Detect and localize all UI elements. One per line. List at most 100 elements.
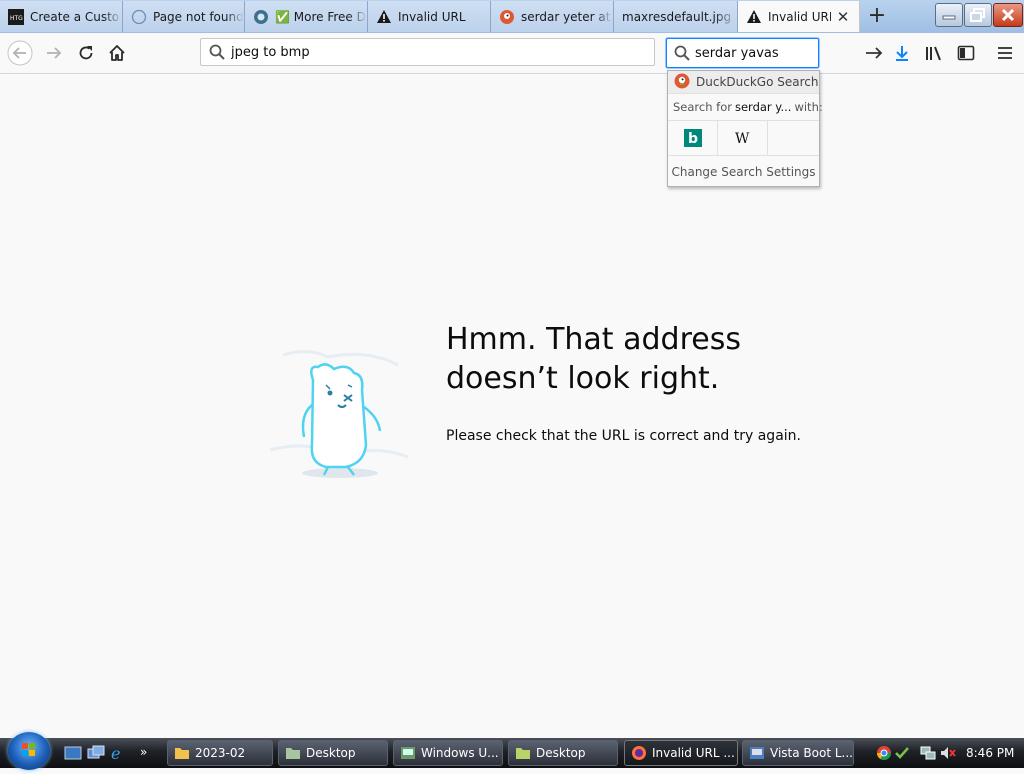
url-bar[interactable] (200, 38, 655, 66)
menu-button[interactable] (991, 39, 1019, 67)
change-search-settings-button[interactable]: Change Search Settings (668, 156, 819, 188)
network-tray-icon[interactable] (920, 745, 936, 761)
download-icon (896, 46, 908, 61)
taskbar-button-label: Vista Boot L... (770, 746, 853, 760)
hamburger-menu-icon (998, 47, 1012, 59)
svg-text:b: b (688, 131, 698, 147)
back-arrow-icon (7, 40, 33, 66)
search-go-button[interactable] (865, 46, 883, 60)
windows-logo-icon (22, 743, 35, 756)
error-title-line1: Hmm. That address (446, 322, 741, 357)
tab-2[interactable]: ✅ More Free D (245, 1, 368, 32)
tab-title: Create a Custo (30, 9, 120, 24)
home-icon (109, 45, 125, 61)
tab-5[interactable]: maxresdefault.jpg (614, 1, 738, 32)
library-icon (926, 46, 941, 61)
tab-4[interactable]: serdar yeter at (491, 1, 614, 32)
volume-muted-icon[interactable] (940, 745, 956, 761)
security-tray-icon[interactable] (894, 745, 910, 761)
chrome-tray-icon[interactable] (876, 745, 892, 761)
reload-icon (79, 46, 93, 60)
show-desktop-icon[interactable] (64, 745, 82, 761)
taskbar-button-label: Desktop (536, 746, 586, 760)
wikipedia-engine-button[interactable]: W (718, 121, 768, 155)
close-icon (1001, 8, 1015, 22)
svg-text:W: W (735, 131, 750, 147)
htg-icon: HTG (8, 8, 24, 25)
warning-icon (376, 9, 392, 25)
bing-icon: b (683, 129, 702, 147)
wikipedia-icon: W (735, 131, 750, 147)
windows-taskbar: e » 2023-02 Desktop Windows U... Desktop… (0, 732, 1024, 770)
tab-title: Invalid URL (768, 9, 831, 24)
search-for-suffix: with: (794, 100, 823, 114)
search-input[interactable] (695, 45, 865, 61)
one-off-engines: b W (668, 121, 819, 156)
firefox-icon (632, 746, 646, 760)
duckduckgo-icon (499, 9, 515, 25)
sidebar-button[interactable] (952, 39, 980, 67)
tab-title: ✅ More Free D (275, 9, 366, 24)
back-button[interactable] (6, 39, 34, 67)
library-button[interactable] (920, 39, 948, 67)
taskbar-button-desktop[interactable]: Desktop (278, 740, 388, 766)
current-engine-row[interactable]: DuckDuckGo Search (668, 71, 819, 94)
tab-title: maxresdefault.jpg (622, 9, 732, 24)
svg-text:e: e (111, 745, 120, 761)
folder-icon (516, 748, 530, 759)
tab-0[interactable]: HTG Create a Custo (0, 1, 123, 32)
url-input[interactable] (231, 44, 654, 60)
quicklaunch-more-icon[interactable]: » (140, 745, 158, 761)
error-title: Hmm. That address doesn’t look right. (446, 320, 866, 398)
folder-icon (286, 748, 300, 759)
window-close-button[interactable] (993, 3, 1023, 27)
tab-1[interactable]: Page not found (123, 1, 245, 32)
tab-6-active[interactable]: Invalid URL ✕ (738, 1, 860, 32)
svg-text:HTG: HTG (10, 15, 23, 22)
error-title-line2: doesn’t look right. (446, 361, 720, 396)
close-tab-icon[interactable]: ✕ (835, 9, 851, 25)
downloads-button[interactable] (888, 39, 916, 67)
minimize-button[interactable] (935, 3, 963, 27)
forward-button[interactable] (40, 39, 68, 67)
minimize-icon (942, 15, 956, 20)
app-icon (401, 747, 415, 759)
search-icon (209, 44, 225, 60)
app-icon (750, 747, 764, 759)
taskbar-button-desktop-2[interactable]: Desktop (508, 740, 618, 766)
search-for-prefix: Search for (673, 100, 732, 114)
start-button[interactable] (8, 732, 50, 770)
sidebar-icon (957, 45, 975, 61)
home-button[interactable] (103, 39, 131, 67)
taskbar-button-label: 2023-02 (195, 746, 246, 760)
reload-button[interactable] (72, 39, 100, 67)
switch-windows-icon[interactable] (87, 745, 105, 761)
engine-label: DuckDuckGo Search (696, 75, 819, 89)
search-bar[interactable] (666, 38, 883, 68)
tab-title: Invalid URL (398, 9, 466, 24)
tab-3[interactable]: Invalid URL (368, 1, 491, 32)
tab-strip: HTG Create a Custo Page not found ✅ More… (0, 0, 1024, 33)
new-tab-button[interactable]: + (864, 4, 890, 30)
restore-icon (970, 8, 985, 22)
tab-title: serdar yeter at (521, 9, 611, 24)
restore-button[interactable] (964, 3, 992, 27)
taskbar-button-windows-update[interactable]: Windows U... (393, 740, 503, 766)
taskbar-button-label: Desktop (306, 746, 356, 760)
internet-explorer-icon[interactable]: e (110, 744, 128, 763)
taskbar-clock[interactable]: 8:46 PM (966, 746, 1014, 760)
search-for-query: serdar y... (734, 100, 792, 114)
taskbar-button-firefox[interactable]: Invalid URL ... (624, 740, 738, 766)
forward-arrow-icon (47, 47, 62, 59)
tab-title: Page not found (153, 9, 244, 24)
search-suggestions-popup: DuckDuckGo Search Search for serdar y...… (667, 70, 823, 188)
bing-engine-button[interactable]: b (668, 121, 718, 155)
search-icon (674, 45, 690, 61)
error-mascot-illustration (268, 345, 418, 489)
search-for-row: Search for serdar y... with: (668, 94, 823, 121)
taskbar-button-2023-02[interactable]: 2023-02 (167, 740, 273, 766)
taskbar-button-label: Invalid URL ... (652, 746, 735, 760)
arrow-right-icon (866, 47, 883, 59)
folder-icon (175, 748, 189, 759)
taskbar-button-vista-boot[interactable]: Vista Boot L... (742, 740, 854, 766)
